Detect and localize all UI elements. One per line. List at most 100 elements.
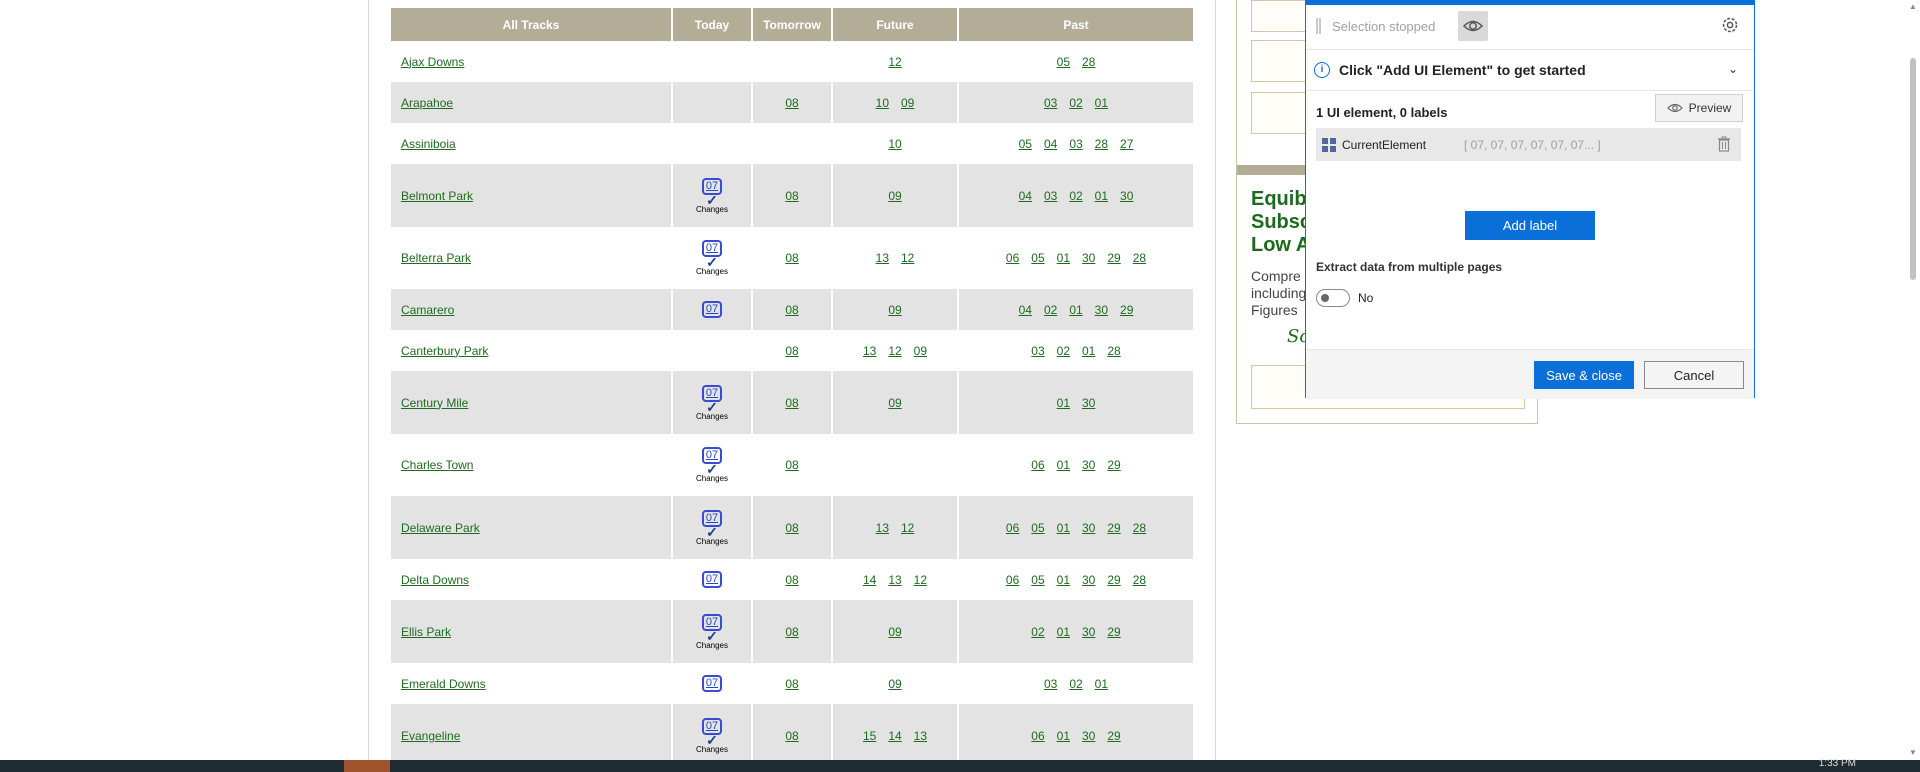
past-date-link[interactable]: 02 — [1057, 344, 1070, 358]
track-link[interactable]: Belmont Park — [401, 189, 473, 203]
past-date-link[interactable]: 01 — [1057, 521, 1070, 535]
future-date-link[interactable]: 09 — [901, 96, 914, 110]
info-banner[interactable]: i Click "Add UI Element" to get started … — [1306, 50, 1754, 91]
past-date-link[interactable]: 01 — [1095, 96, 1108, 110]
past-date-link[interactable]: 29 — [1107, 729, 1120, 743]
past-date-link[interactable]: 30 — [1082, 521, 1095, 535]
past-date-link[interactable]: 02 — [1031, 625, 1044, 639]
past-date-link[interactable]: 04 — [1019, 303, 1032, 317]
future-date-link[interactable]: 12 — [901, 521, 914, 535]
future-date-link[interactable]: 09 — [888, 189, 901, 203]
future-date-link[interactable]: 14 — [863, 573, 876, 587]
future-date-link[interactable]: 09 — [888, 677, 901, 691]
today-entry[interactable]: 07 — [673, 301, 751, 318]
tomorrow-date-link[interactable]: 08 — [785, 458, 798, 472]
today-entry[interactable]: 07 ✓ Changes — [673, 177, 751, 214]
past-date-link[interactable]: 30 — [1082, 573, 1095, 587]
tomorrow-date-link[interactable]: 08 — [785, 251, 798, 265]
past-date-link[interactable]: 01 — [1095, 189, 1108, 203]
chevron-down-icon[interactable]: ⌄ — [1728, 62, 1738, 76]
past-date-link[interactable]: 30 — [1082, 625, 1095, 639]
past-date-link[interactable]: 29 — [1107, 573, 1120, 587]
track-link[interactable]: Camarero — [401, 303, 454, 317]
today-entry[interactable]: 07 — [673, 675, 751, 692]
past-date-link[interactable]: 03 — [1044, 189, 1057, 203]
ui-element-row[interactable]: CurrentElement [ 07, 07, 07, 07, 07, 07.… — [1316, 128, 1741, 161]
today-entry[interactable]: 07 ✓ Changes — [673, 447, 751, 483]
past-date-link[interactable]: 28 — [1133, 251, 1146, 265]
track-link[interactable]: Charles Town — [401, 458, 473, 472]
past-date-link[interactable]: 29 — [1107, 521, 1120, 535]
past-date-link[interactable]: 02 — [1069, 677, 1082, 691]
cancel-button[interactable]: Cancel — [1644, 361, 1744, 389]
track-link[interactable]: Evangeline — [401, 729, 460, 743]
tomorrow-date-link[interactable]: 08 — [785, 677, 798, 691]
past-date-link[interactable]: 02 — [1069, 96, 1082, 110]
past-date-link[interactable]: 30 — [1082, 251, 1095, 265]
future-date-link[interactable]: 09 — [888, 625, 901, 639]
past-date-link[interactable]: 04 — [1044, 137, 1057, 151]
past-date-link[interactable]: 30 — [1082, 729, 1095, 743]
past-date-link[interactable]: 06 — [1006, 521, 1019, 535]
future-date-link[interactable]: 09 — [888, 303, 901, 317]
past-date-link[interactable]: 29 — [1107, 625, 1120, 639]
past-date-link[interactable]: 03 — [1044, 96, 1057, 110]
past-date-link[interactable]: 06 — [1031, 458, 1044, 472]
tomorrow-date-link[interactable]: 08 — [785, 189, 798, 203]
tomorrow-date-link[interactable]: 08 — [785, 521, 798, 535]
past-date-link[interactable]: 28 — [1133, 521, 1146, 535]
today-entry[interactable]: 07 ✓ Changes — [673, 509, 751, 546]
past-date-link[interactable]: 28 — [1095, 137, 1108, 151]
tomorrow-date-link[interactable]: 08 — [785, 573, 798, 587]
past-date-link[interactable]: 01 — [1069, 303, 1082, 317]
track-link[interactable]: Arapahoe — [401, 96, 453, 110]
preview-button[interactable]: Preview — [1655, 94, 1743, 122]
gear-icon[interactable] — [1720, 15, 1740, 35]
past-date-link[interactable]: 30 — [1120, 189, 1133, 203]
past-date-link[interactable]: 05 — [1057, 55, 1070, 69]
future-date-link[interactable]: 12 — [888, 55, 901, 69]
today-entry[interactable]: 07 ✓ Changes — [673, 717, 751, 754]
save-close-button[interactable]: Save & close — [1534, 361, 1634, 389]
past-date-link[interactable]: 01 — [1057, 625, 1070, 639]
future-date-link[interactable]: 12 — [901, 251, 914, 265]
future-date-link[interactable]: 13 — [888, 573, 901, 587]
future-date-link[interactable]: 09 — [888, 396, 901, 410]
future-date-link[interactable]: 15 — [863, 729, 876, 743]
past-date-link[interactable]: 01 — [1082, 344, 1095, 358]
past-date-link[interactable]: 03 — [1031, 344, 1044, 358]
past-date-link[interactable]: 29 — [1107, 458, 1120, 472]
past-date-link[interactable]: 02 — [1044, 303, 1057, 317]
track-link[interactable]: Delaware Park — [401, 521, 480, 535]
future-date-link[interactable]: 12 — [914, 573, 927, 587]
vertical-scrollbar[interactable]: ▲ ▼ — [1905, 0, 1920, 760]
past-date-link[interactable]: 30 — [1095, 303, 1108, 317]
today-date-link[interactable]: 07 — [701, 675, 723, 692]
past-date-link[interactable]: 30 — [1082, 458, 1095, 472]
tomorrow-date-link[interactable]: 08 — [785, 625, 798, 639]
past-date-link[interactable]: 06 — [1006, 573, 1019, 587]
scroll-thumb[interactable] — [1910, 58, 1916, 280]
track-link[interactable]: Ellis Park — [401, 625, 451, 639]
future-date-link[interactable]: 13 — [863, 344, 876, 358]
today-entry[interactable]: 07 ✓ Changes — [673, 240, 751, 276]
tomorrow-date-link[interactable]: 08 — [785, 96, 798, 110]
past-date-link[interactable]: 06 — [1031, 729, 1044, 743]
future-date-link[interactable]: 13 — [876, 521, 889, 535]
grip-icon[interactable] — [1316, 18, 1321, 34]
past-date-link[interactable]: 30 — [1082, 396, 1095, 410]
today-date-link[interactable]: 07 — [701, 301, 723, 318]
track-link[interactable]: Emerald Downs — [401, 677, 486, 691]
today-entry[interactable]: 07 ✓ Changes — [673, 613, 751, 650]
track-link[interactable]: Delta Downs — [401, 573, 469, 587]
past-date-link[interactable]: 05 — [1031, 521, 1044, 535]
past-date-link[interactable]: 27 — [1120, 137, 1133, 151]
past-date-link[interactable]: 01 — [1057, 251, 1070, 265]
today-entry[interactable]: 07 ✓ Changes — [673, 384, 751, 421]
toggle-highlight-button[interactable] — [1458, 11, 1488, 41]
future-date-link[interactable]: 14 — [888, 729, 901, 743]
multi-page-toggle[interactable] — [1316, 289, 1350, 307]
tomorrow-date-link[interactable]: 08 — [785, 396, 798, 410]
past-date-link[interactable]: 29 — [1120, 303, 1133, 317]
future-date-link[interactable]: 13 — [876, 251, 889, 265]
